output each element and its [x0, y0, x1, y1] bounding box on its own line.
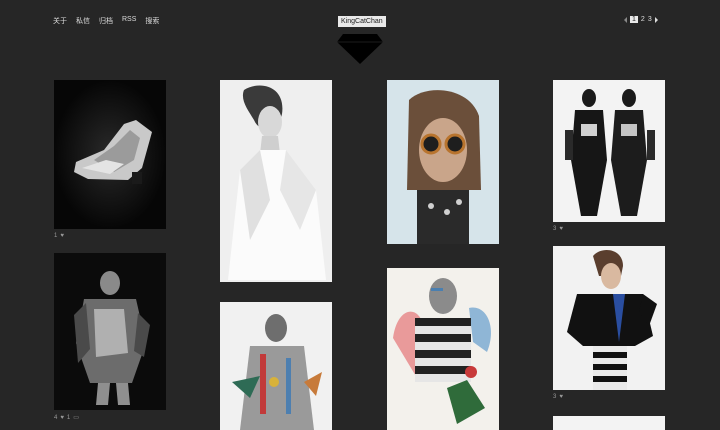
post-meta: 3 ♥: [553, 394, 563, 400]
page-link-2[interactable]: 2: [641, 16, 645, 23]
post-sunglasses-portrait[interactable]: [387, 80, 499, 244]
heart-icon[interactable]: ♥: [60, 233, 64, 239]
white-coat-portrait-image: [220, 80, 332, 282]
nav-archive[interactable]: 归档: [99, 16, 113, 26]
next-page-icon[interactable]: [654, 16, 658, 23]
post-striped-suit[interactable]: [553, 246, 665, 390]
blog-title[interactable]: KingCatChan: [338, 16, 386, 27]
top-nav: 关于 私信 归档 RSS 搜索: [53, 16, 159, 26]
backpack-models-image: [553, 80, 665, 222]
collage-man-image: [220, 302, 332, 430]
page-link-1[interactable]: 1: [630, 16, 638, 23]
nav-about[interactable]: 关于: [53, 16, 67, 26]
like-count: 3: [553, 394, 557, 400]
like-count: 1: [54, 233, 58, 239]
nav-search[interactable]: 搜索: [145, 16, 159, 26]
striped-torso: [415, 318, 471, 382]
striped-trousers: [593, 346, 627, 390]
pagination: 1 2 3: [624, 16, 658, 23]
heart-icon[interactable]: ♥: [60, 415, 64, 421]
like-count: 3: [553, 226, 557, 232]
post-collage-man[interactable]: [220, 302, 332, 430]
post-next-partial[interactable]: [553, 416, 665, 430]
silver-shoe-image: [54, 80, 166, 229]
nav-messages[interactable]: 私信: [76, 16, 90, 26]
striped-collage-image: [387, 268, 499, 430]
like-count: 4: [54, 414, 58, 421]
post-meta: 1 ♥: [54, 233, 64, 239]
comment-icon[interactable]: ▭: [73, 414, 79, 421]
post-backpack-models[interactable]: [553, 80, 665, 222]
heart-icon[interactable]: ♥: [559, 394, 563, 400]
post-silver-shoe[interactable]: [54, 80, 166, 229]
post-meta: 4 ♥ 1 ▭: [54, 414, 79, 422]
heart-icon[interactable]: ♥: [559, 226, 563, 232]
post-monochrome-figure[interactable]: [54, 253, 166, 410]
post-striped-collage[interactable]: [387, 268, 499, 430]
post-meta: 3 ♥: [553, 226, 563, 232]
striped-suit-image: [553, 246, 665, 390]
comment-count: 1: [66, 414, 71, 421]
page-link-3[interactable]: 3: [648, 16, 652, 23]
post-white-coat-portrait[interactable]: [220, 80, 332, 282]
sunglasses-portrait-image: [387, 80, 499, 244]
diamond-logo-icon[interactable]: [337, 34, 383, 64]
prev-page-icon[interactable]: [624, 16, 627, 23]
nav-rss[interactable]: RSS: [122, 16, 136, 26]
monochrome-figure-image: [54, 253, 166, 410]
